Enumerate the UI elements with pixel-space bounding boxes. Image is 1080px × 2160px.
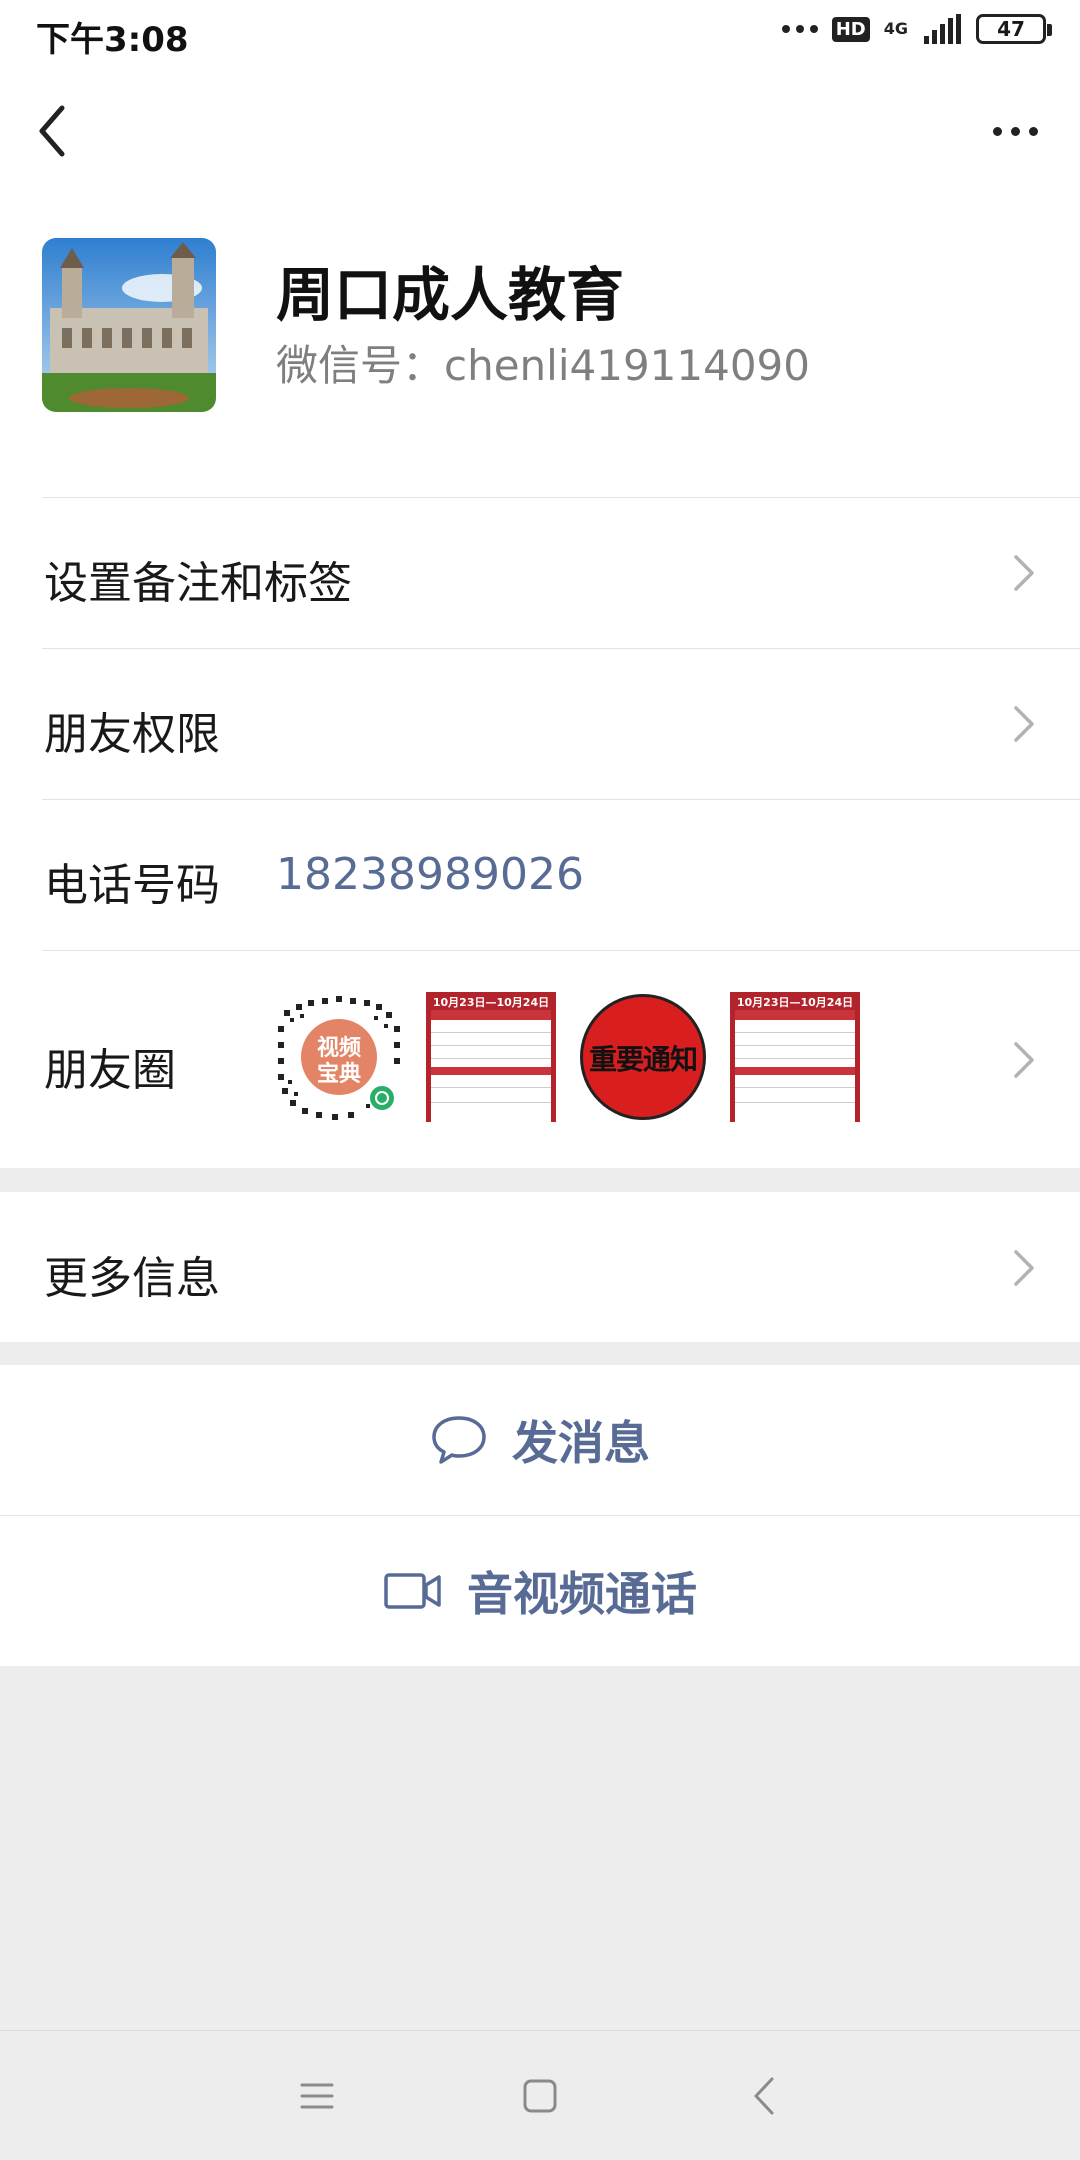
back-button[interactable] (30, 96, 90, 166)
phone-row: 电话号码 18238989026 (0, 799, 1080, 950)
back-arrow-icon (39, 105, 65, 157)
send-message-label: 发消息 (512, 1416, 650, 1470)
phone-number-link[interactable]: 18238989026 (276, 849, 584, 900)
hd-badge: HD (831, 16, 870, 42)
status-icons: HD 4G 47 (781, 14, 1052, 44)
back-nav-icon[interactable] (742, 2071, 792, 2121)
status-time: 下午3:08 (36, 20, 189, 60)
friend-permissions-row[interactable]: 朋友权限 (0, 648, 1080, 799)
divider (42, 648, 1080, 649)
moments-row[interactable]: 朋友圈 视频 宝典 10月23日—10月24日 重要通知 10月23日—10月2… (0, 950, 1080, 1168)
moments-thumb-qrcode[interactable]: 视频 宝典 (274, 992, 404, 1122)
chevron-right-icon (1014, 555, 1034, 591)
menu-icon[interactable] (292, 2071, 342, 2121)
more-info-label: 更多信息 (44, 1253, 220, 1304)
send-message-button[interactable]: 发消息 (0, 1365, 1080, 1515)
battery-icon: 47 (976, 14, 1052, 44)
signal-icon (924, 14, 961, 44)
notification-dots-icon (781, 25, 818, 33)
status-bar: 下午3:08 HD 4G 47 (0, 0, 1080, 66)
schedule-header: 10月23日—10月24日 (432, 996, 550, 1009)
home-icon[interactable] (515, 2071, 565, 2121)
phone-label: 电话号码 (44, 860, 220, 911)
moments-label: 朋友圈 (44, 1045, 176, 1096)
battery-level: 47 (997, 17, 1025, 41)
network-type: 4G (883, 19, 908, 38)
top-nav (0, 66, 1080, 198)
profile-name: 周口成人教育 (276, 261, 625, 329)
more-dot-icon (1010, 126, 1020, 136)
remark-tags-label: 设置备注和标签 (44, 558, 352, 609)
moments-thumb-schedule[interactable]: 10月23日—10月24日 (730, 992, 860, 1122)
system-nav-bar (0, 2030, 1080, 2160)
more-info-row[interactable]: 更多信息 (0, 1192, 1080, 1342)
chevron-right-icon (1014, 1042, 1034, 1078)
divider (42, 950, 1080, 951)
moments-thumbnails: 视频 宝典 10月23日—10月24日 重要通知 10月23日—10月24日 (274, 992, 860, 1122)
schedule-header: 10月23日—10月24日 (736, 996, 854, 1009)
divider (42, 799, 1080, 800)
remark-tags-row[interactable]: 设置备注和标签 (0, 497, 1080, 648)
chevron-right-icon (1014, 706, 1034, 742)
video-call-button[interactable]: 音视频通话 (0, 1516, 1080, 1666)
video-camera-icon (384, 1573, 441, 1609)
more-dot-icon (1028, 126, 1038, 136)
chat-bubble-icon (432, 1416, 486, 1464)
moments-thumb-schedule[interactable]: 10月23日—10月24日 (426, 992, 556, 1122)
moments-thumb-notice[interactable]: 重要通知 (578, 992, 708, 1122)
profile-header: 周口成人教育 微信号：chenli419114090 (0, 198, 1080, 498)
wechat-id: 微信号：chenli419114090 (276, 341, 811, 390)
more-options-button[interactable] (980, 106, 1050, 156)
more-dot-icon (992, 126, 1002, 136)
avatar[interactable] (42, 238, 216, 412)
qr-text-bottom: 宝典 (316, 1062, 361, 1087)
chevron-right-icon (1014, 1250, 1034, 1286)
friend-permissions-label: 朋友权限 (44, 709, 220, 760)
notice-text: 重要通知 (588, 1043, 698, 1076)
divider (42, 497, 1080, 498)
video-call-label: 音视频通话 (467, 1567, 697, 1621)
